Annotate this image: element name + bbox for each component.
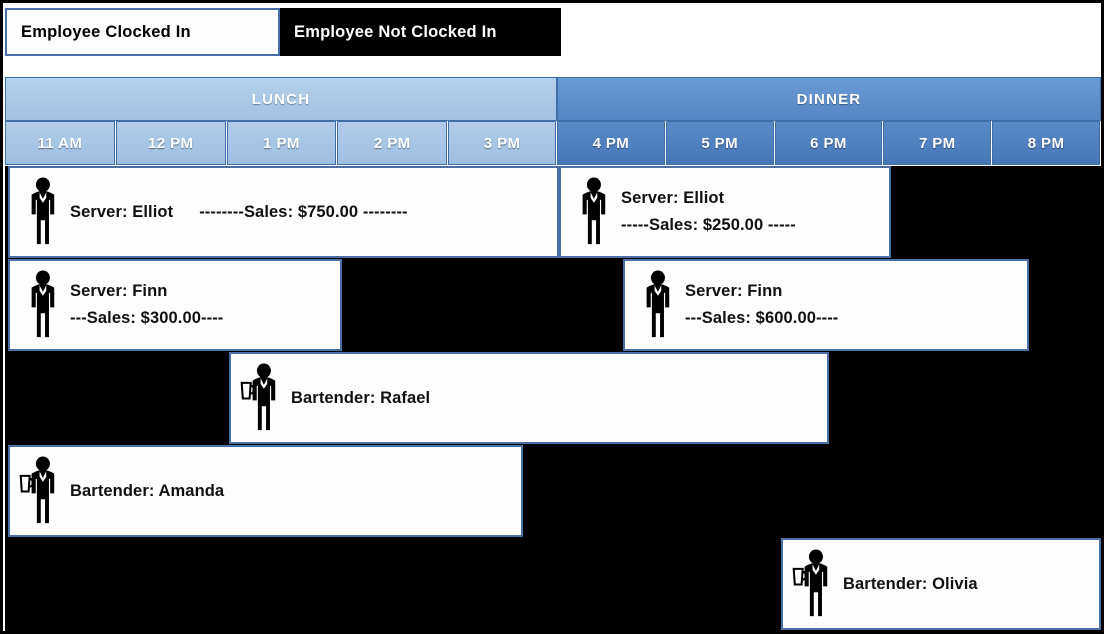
hour-header-label: 3 PM xyxy=(483,134,521,152)
server-person-icon xyxy=(565,174,617,250)
server-person-icon xyxy=(14,267,66,343)
legend-clocked-in: Employee Clocked In xyxy=(5,8,280,56)
sales-label: ---Sales: $600.00---- xyxy=(685,309,839,327)
meal-header-lunch[interactable]: LUNCH xyxy=(5,77,557,121)
hour-header-label: 8 PM xyxy=(1027,134,1065,152)
hour-header-6-pm[interactable]: 6 PM xyxy=(774,121,883,165)
hour-header: 11 AM 12 PM 1 PM 2 PM 3 PM 4 PM 5 PM 6 PM 7 PM 8 … xyxy=(5,121,1101,165)
shift-block[interactable]: Bartender: Rafael xyxy=(229,352,829,444)
legend-clocked-in-label: Employee Clocked In xyxy=(21,22,191,41)
shift-schedule-app: Employee Clocked In Employee Not Clocked… xyxy=(0,0,1104,634)
shift-row: Server: Elliot --------Sales: $750.00 ---… xyxy=(5,166,1101,258)
meal-header-label: DINNER xyxy=(796,90,862,108)
shift-block[interactable]: Server: Finn ---Sales: $300.00---- xyxy=(8,259,342,351)
bartender-person-icon xyxy=(235,360,287,436)
shift-block[interactable]: Bartender: Olivia xyxy=(781,538,1101,630)
meal-header-dinner[interactable]: DINNER xyxy=(557,77,1101,121)
hour-header-7-pm[interactable]: 7 PM xyxy=(883,121,992,165)
employee-label: Server: Elliot xyxy=(70,202,174,221)
hour-header-3-pm[interactable]: 3 PM xyxy=(448,121,556,165)
employee-label: Bartender: Olivia xyxy=(843,574,978,593)
bartender-person-icon xyxy=(14,453,66,529)
hour-header-1-pm[interactable]: 1 PM xyxy=(226,121,337,165)
hour-header-11-am[interactable]: 11 AM xyxy=(5,121,115,165)
hour-header-label: 7 PM xyxy=(918,134,956,152)
shift-block-text: Server: Finn ---Sales: $600.00---- xyxy=(681,279,838,331)
shift-row: Bartender: Rafael xyxy=(5,352,1101,444)
meal-header-label: LUNCH xyxy=(251,90,311,108)
shift-row: Bartender: Amanda xyxy=(5,445,1101,537)
server-person-icon xyxy=(629,267,681,343)
employee-label: Bartender: Amanda xyxy=(70,481,225,500)
shift-block-text: Server: Elliot -----Sales: $250.00 ----- xyxy=(617,186,796,238)
schedule-grid: Server: Elliot --------Sales: $750.00 ---… xyxy=(5,166,1101,631)
sales-label: -----Sales: $250.00 ----- xyxy=(621,216,796,234)
hour-header-8-pm[interactable]: 8 PM xyxy=(992,121,1100,165)
employee-label: Server: Elliot xyxy=(621,189,725,208)
hour-header-2-pm[interactable]: 2 PM xyxy=(337,121,448,165)
shift-block[interactable]: Server: Elliot --------Sales: $750.00 ---… xyxy=(8,166,559,258)
hour-header-label: 5 PM xyxy=(701,134,738,152)
employee-label: Server: Finn xyxy=(70,282,168,301)
legend-not-clocked-in: Employee Not Clocked In xyxy=(280,8,561,56)
meal-period-header: LUNCH DINNER xyxy=(5,77,1101,121)
sales-label: --------Sales: $750.00 -------- xyxy=(199,202,408,221)
employee-label: Server: Finn xyxy=(685,282,783,301)
hour-header-label: 1 PM xyxy=(263,134,300,152)
shift-block[interactable]: Bartender: Amanda xyxy=(8,445,523,537)
shift-block[interactable]: Server: Finn ---Sales: $600.00---- xyxy=(623,259,1029,351)
shift-row: Bartender: Olivia xyxy=(5,538,1101,630)
shift-block-text: Server: Elliot --------Sales: $750.00 ---… xyxy=(66,200,408,225)
sales-label: ---Sales: $300.00---- xyxy=(70,309,224,327)
hour-header-label: 11 AM xyxy=(37,134,83,152)
shift-block-text: Bartender: Amanda xyxy=(66,479,224,504)
hour-header-4-pm[interactable]: 4 PM xyxy=(556,121,665,165)
shift-block[interactable]: Server: Elliot -----Sales: $250.00 ----- xyxy=(559,166,891,258)
hour-header-12-pm[interactable]: 12 PM xyxy=(115,121,226,165)
bartender-person-icon xyxy=(787,546,839,622)
shift-block-text: Bartender: Rafael xyxy=(287,386,430,411)
legend: Employee Clocked In Employee Not Clocked… xyxy=(5,8,561,56)
hour-header-label: 6 PM xyxy=(810,134,847,152)
employee-label: Bartender: Rafael xyxy=(291,388,431,407)
shift-row: Server: Finn ---Sales: $300.00---- Server:… xyxy=(5,259,1101,351)
legend-not-clocked-in-label: Employee Not Clocked In xyxy=(294,22,497,41)
shift-block-text: Bartender: Olivia xyxy=(839,572,978,597)
hour-header-5-pm[interactable]: 5 PM xyxy=(665,121,774,165)
hour-header-label: 2 PM xyxy=(373,134,411,152)
server-person-icon xyxy=(14,174,66,250)
hour-header-label: 12 PM xyxy=(148,134,194,152)
hour-header-label: 4 PM xyxy=(592,134,630,152)
shift-block-text: Server: Finn ---Sales: $300.00---- xyxy=(66,279,223,331)
